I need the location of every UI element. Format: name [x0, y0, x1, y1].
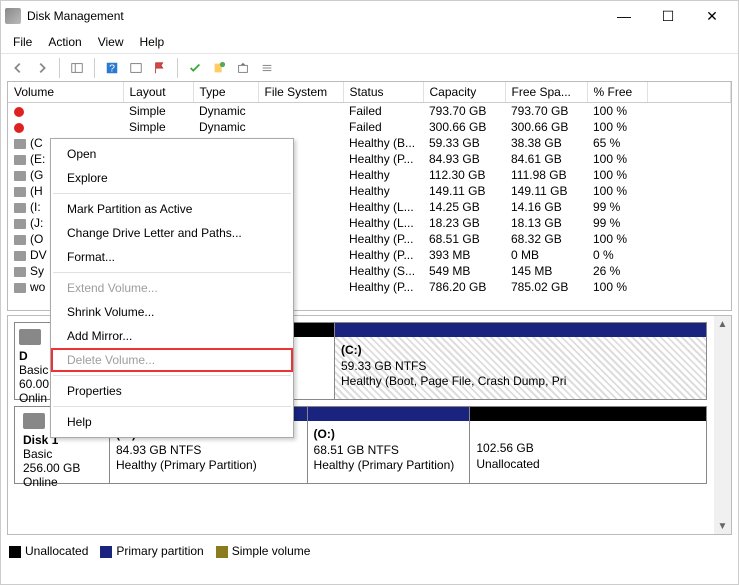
- volume-icon: [14, 203, 26, 213]
- disk-icon: [23, 413, 45, 429]
- ctx-help[interactable]: Help: [51, 410, 293, 434]
- disk1-e-size: 84.93 GB NTFS: [116, 443, 201, 457]
- scroll-up-icon[interactable]: ▲: [718, 316, 728, 332]
- toolbar: ?: [1, 53, 738, 81]
- svg-text:?: ?: [109, 62, 115, 74]
- close-button[interactable]: ✕: [690, 1, 734, 31]
- menu-file[interactable]: File: [5, 33, 40, 51]
- window-title: Disk Management: [27, 9, 602, 23]
- context-menu: Open Explore Mark Partition as Active Ch…: [50, 138, 294, 438]
- show-hide-icon[interactable]: [66, 57, 88, 79]
- minimize-button[interactable]: —: [602, 1, 646, 31]
- disk1-type: Basic: [23, 447, 52, 461]
- legend: Unallocated Primary partition Simple vol…: [1, 535, 738, 567]
- col-filesystem[interactable]: File System: [258, 82, 343, 103]
- disk0-c-status: Healthy (Boot, Page File, Crash Dump, Pr…: [341, 374, 566, 388]
- disk1-status: Online: [23, 475, 58, 489]
- disk1-size: 256.00 GB: [23, 461, 80, 475]
- ctx-explore[interactable]: Explore: [51, 166, 293, 190]
- disk0-name: D: [19, 349, 28, 363]
- back-button[interactable]: [7, 57, 29, 79]
- volume-icon: [14, 123, 24, 133]
- legend-primary-swatch: [100, 546, 112, 558]
- disk1-un-status: Unallocated: [476, 457, 539, 471]
- legend-unallocated-swatch: [9, 546, 21, 558]
- volume-icon: [14, 187, 26, 197]
- col-free[interactable]: Free Spa...: [505, 82, 587, 103]
- disk0-c-size: 59.33 GB NTFS: [341, 359, 426, 373]
- volume-icon: [14, 251, 26, 261]
- ctx-open[interactable]: Open: [51, 142, 293, 166]
- volume-icon: [14, 139, 26, 149]
- legend-unallocated: Unallocated: [25, 544, 88, 558]
- disk0-part-c[interactable]: (C:) 59.33 GB NTFS Healthy (Boot, Page F…: [335, 323, 706, 399]
- app-icon: [5, 8, 21, 24]
- disk1-o-size: 68.51 GB NTFS: [314, 443, 399, 457]
- ctx-format[interactable]: Format...: [51, 245, 293, 269]
- disk1-e-status: Healthy (Primary Partition): [116, 458, 257, 472]
- scroll-down-icon[interactable]: ▼: [718, 518, 728, 534]
- menu-action[interactable]: Action: [40, 33, 89, 51]
- col-layout[interactable]: Layout: [123, 82, 193, 103]
- disk-icon: [19, 329, 41, 345]
- menubar: File Action View Help: [1, 31, 738, 53]
- disk0-type: Basic: [19, 363, 48, 377]
- disk0-header: D Basic 60.00 Onlin: [15, 323, 55, 399]
- menu-help[interactable]: Help: [132, 33, 173, 51]
- ctx-properties[interactable]: Properties: [51, 379, 293, 403]
- ctx-extend: Extend Volume...: [51, 276, 293, 300]
- menu-view[interactable]: View: [90, 33, 132, 51]
- ctx-mirror[interactable]: Add Mirror...: [51, 324, 293, 348]
- volume-icon: [14, 155, 26, 165]
- volume-icon: [14, 219, 26, 229]
- new-icon[interactable]: [208, 57, 230, 79]
- ctx-delete-volume: Delete Volume...: [51, 348, 293, 372]
- scrollbar[interactable]: ▲ ▼: [714, 316, 731, 534]
- table-row[interactable]: SimpleDynamicFailed793.70 GB793.70 GB100…: [8, 103, 731, 120]
- maximize-button[interactable]: ☐: [646, 1, 690, 31]
- col-pct[interactable]: % Free: [587, 82, 647, 103]
- table-row[interactable]: SimpleDynamicFailed300.66 GB300.66 GB100…: [8, 119, 731, 135]
- legend-primary: Primary partition: [116, 544, 203, 558]
- volume-icon: [14, 107, 24, 117]
- disk1-unallocated[interactable]: 102.56 GB Unallocated: [470, 407, 706, 483]
- ctx-shrink[interactable]: Shrink Volume...: [51, 300, 293, 324]
- volume-icon: [14, 235, 26, 245]
- col-type[interactable]: Type: [193, 82, 258, 103]
- titlebar: Disk Management — ☐ ✕: [1, 1, 738, 31]
- help-icon[interactable]: ?: [101, 57, 123, 79]
- disk1-un-size: 102.56 GB: [476, 441, 533, 455]
- list-icon[interactable]: [256, 57, 278, 79]
- col-volume[interactable]: Volume: [8, 82, 123, 103]
- settings-icon[interactable]: [125, 57, 147, 79]
- volume-icon: [14, 283, 26, 293]
- disk0-c-title: (C:): [341, 343, 362, 357]
- flag-icon[interactable]: [149, 57, 171, 79]
- disk1-o-status: Healthy (Primary Partition): [314, 458, 455, 472]
- disk1-part-o[interactable]: (O:) 68.51 GB NTFS Healthy (Primary Part…: [308, 407, 471, 483]
- volume-icon: [14, 267, 26, 277]
- ctx-mark-active[interactable]: Mark Partition as Active: [51, 197, 293, 221]
- check-icon[interactable]: [184, 57, 206, 79]
- disk0-size: 60.00: [19, 377, 49, 391]
- detach-icon[interactable]: [232, 57, 254, 79]
- disk1-o-title: (O:): [314, 427, 335, 441]
- col-capacity[interactable]: Capacity: [423, 82, 505, 103]
- legend-simple-swatch: [216, 546, 228, 558]
- forward-button[interactable]: [31, 57, 53, 79]
- disk0-status: Onlin: [19, 391, 47, 405]
- ctx-change-letter[interactable]: Change Drive Letter and Paths...: [51, 221, 293, 245]
- col-status[interactable]: Status: [343, 82, 423, 103]
- legend-simple: Simple volume: [232, 544, 311, 558]
- volume-icon: [14, 171, 26, 181]
